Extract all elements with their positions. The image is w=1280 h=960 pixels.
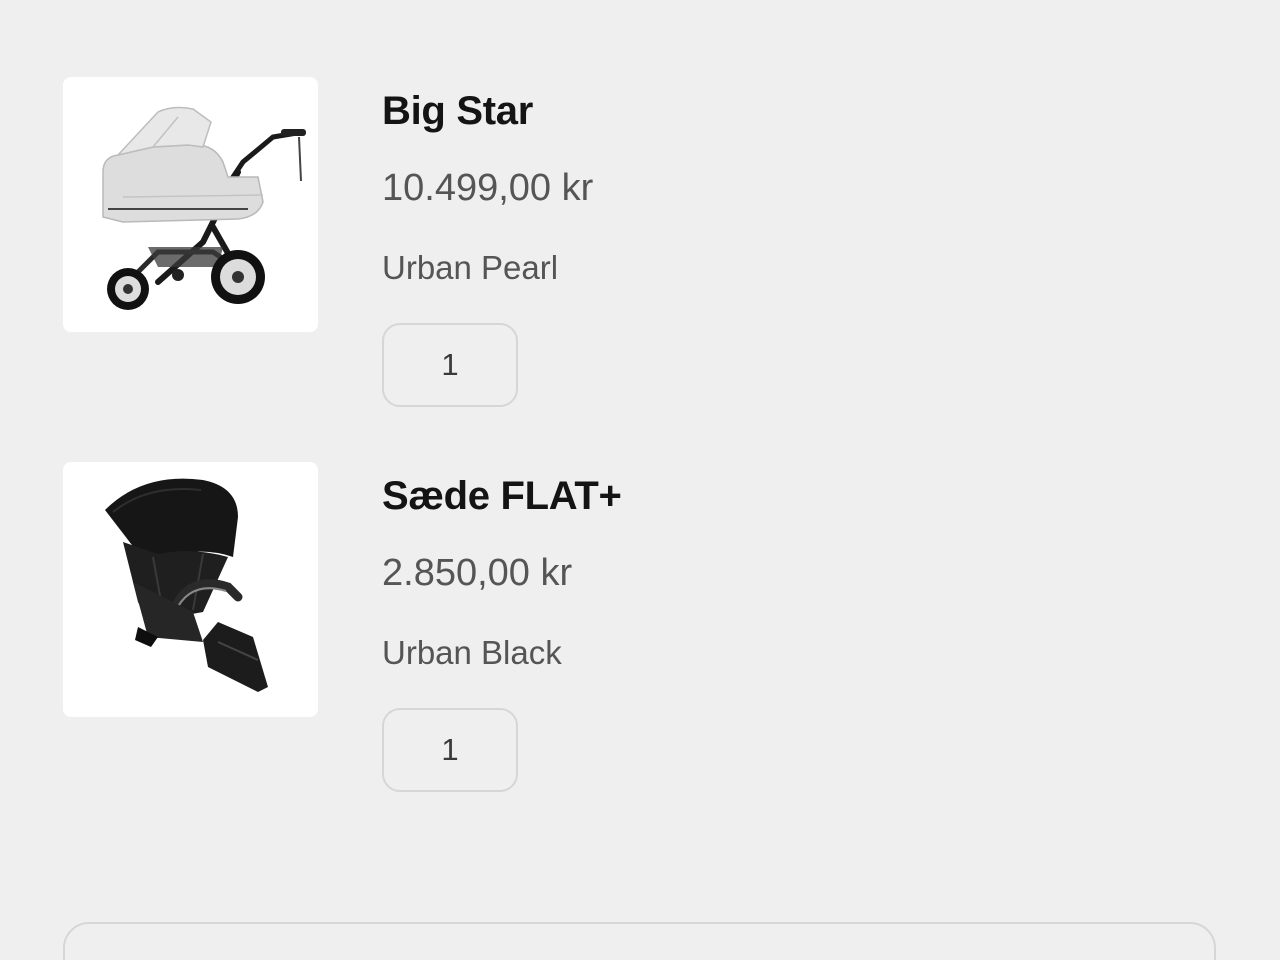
product-name[interactable]: Big Star — [382, 89, 533, 134]
cart-item: Sæde FLAT+ 2.850,00 kr Urban Black 1 — [63, 462, 1213, 802]
product-variant: Urban Pearl — [382, 249, 559, 286]
stroller-seat-image — [105, 478, 268, 692]
summary-box — [63, 922, 1216, 960]
cart-page: Big Star 10.499,00 kr Urban Pearl 1 Sæde… — [0, 0, 1280, 960]
product-price: 2.850,00 kr — [382, 552, 573, 594]
product-name[interactable]: Sæde FLAT+ — [382, 474, 622, 519]
pram-image — [102, 106, 306, 310]
quantity-field[interactable]: 1 — [382, 323, 518, 407]
cart-item: Big Star 10.499,00 kr Urban Pearl 1 — [63, 77, 1213, 417]
quantity-field[interactable]: 1 — [382, 708, 518, 792]
product-image-saede-flat[interactable] — [63, 462, 318, 717]
product-variant: Urban Black — [382, 634, 562, 671]
product-image-big-star[interactable] — [63, 77, 318, 332]
product-price: 10.499,00 kr — [382, 167, 594, 209]
